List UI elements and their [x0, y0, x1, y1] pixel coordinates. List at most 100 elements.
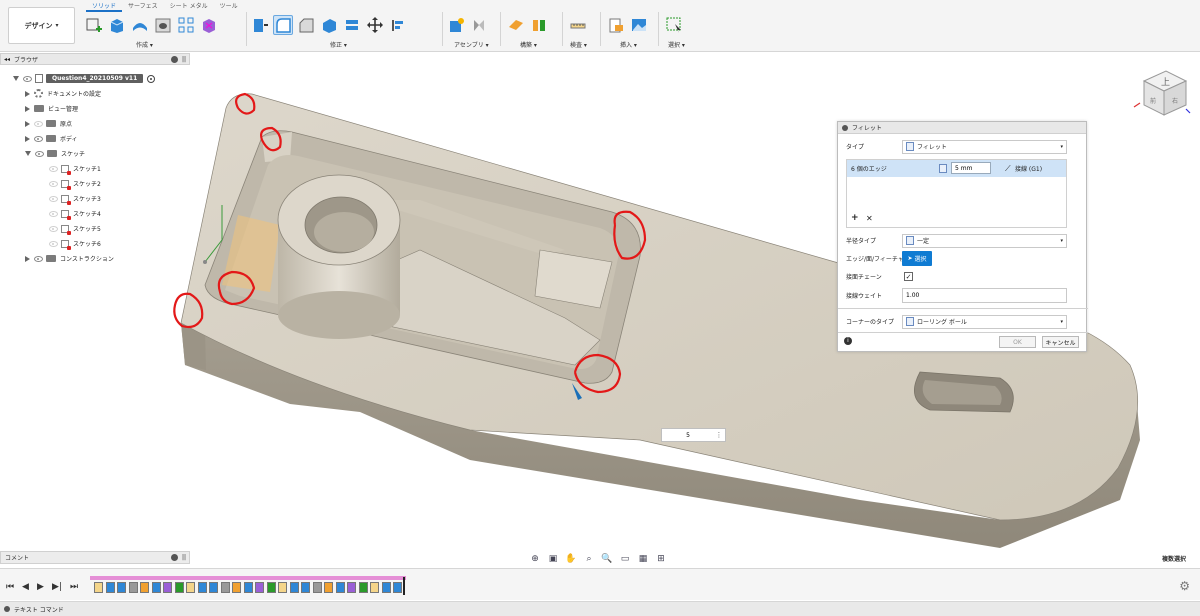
- insert-canvas-icon[interactable]: [629, 15, 649, 35]
- chamfer-icon[interactable]: [296, 15, 316, 35]
- extrude-icon[interactable]: [107, 15, 127, 35]
- browser-item-bodies[interactable]: ボディ: [25, 132, 78, 145]
- group-insert-label[interactable]: 挿入 ▾: [620, 40, 637, 49]
- pattern-icon[interactable]: [176, 15, 196, 35]
- tangent-weight-input[interactable]: [902, 288, 1067, 303]
- collapse-icon[interactable]: ◂◂: [4, 56, 10, 63]
- timeline-feature-icon[interactable]: [347, 582, 356, 593]
- visibility-icon[interactable]: [34, 135, 43, 142]
- timeline-feature-icon[interactable]: [358, 582, 368, 593]
- ok-button[interactable]: OK: [999, 336, 1036, 348]
- timeline-feature-icon[interactable]: [117, 582, 126, 593]
- browser-header[interactable]: ◂◂ ブラウザ ||: [0, 53, 190, 65]
- browser-sketch-item[interactable]: スケッチ3: [49, 192, 101, 205]
- timeline-feature-icon[interactable]: [243, 582, 253, 593]
- text-command-toggle-icon[interactable]: [4, 606, 10, 612]
- browser-sketch-item[interactable]: スケッチ6: [49, 237, 101, 250]
- edge-set-row[interactable]: 6 個のエッジ ⟋ 接線 (G1): [847, 160, 1066, 177]
- gear-icon[interactable]: ⚙: [1179, 579, 1190, 593]
- timeline-back-icon[interactable]: ◀: [22, 582, 29, 592]
- timeline-feature-icon[interactable]: [163, 582, 172, 593]
- timeline-feature-icon[interactable]: [94, 582, 103, 593]
- timeline-feature-icon[interactable]: [266, 582, 276, 593]
- continuity-label[interactable]: 接線 (G1): [1015, 164, 1042, 173]
- tab-tools[interactable]: ツール: [214, 2, 244, 12]
- timeline-feature-icon[interactable]: [140, 582, 149, 593]
- group-create-label[interactable]: 作成 ▾: [136, 40, 153, 49]
- timeline-feature-icon[interactable]: [197, 582, 207, 593]
- new-component-icon[interactable]: [446, 15, 466, 35]
- expand-icon[interactable]: [25, 151, 31, 156]
- combine-icon[interactable]: [342, 15, 362, 35]
- timeline-feature-icon[interactable]: [151, 582, 161, 593]
- visibility-icon[interactable]: [49, 180, 58, 187]
- browser-item-sketches[interactable]: スケッチ: [25, 147, 85, 160]
- workspace-switcher[interactable]: デザイン ▾: [8, 7, 75, 44]
- tangent-chain-checkbox[interactable]: ✓: [904, 272, 913, 281]
- expand-icon[interactable]: [25, 135, 30, 142]
- group-construct-label[interactable]: 構築 ▾: [520, 40, 537, 49]
- offset-plane-icon[interactable]: [506, 15, 526, 35]
- expand-icon[interactable]: [25, 120, 30, 127]
- timeline-feature-icon[interactable]: [335, 582, 345, 593]
- visibility-icon[interactable]: [49, 195, 58, 202]
- browser-options-icon[interactable]: [170, 55, 178, 63]
- selection-button[interactable]: ➤ 選択: [902, 251, 932, 266]
- expand-icon[interactable]: [25, 105, 30, 112]
- group-inspect-label[interactable]: 検査 ▾: [570, 40, 587, 49]
- browser-sketch-item[interactable]: スケッチ5: [49, 222, 101, 235]
- visibility-icon[interactable]: [49, 240, 58, 247]
- timeline-feature-icon[interactable]: [381, 582, 391, 593]
- timeline-feature-icon[interactable]: [370, 582, 379, 593]
- browser-item-construction[interactable]: コンストラクション: [25, 252, 114, 265]
- zoom-icon[interactable]: 🔍: [600, 553, 614, 566]
- timeline-feature-icon[interactable]: [186, 582, 195, 593]
- group-select-label[interactable]: 選択 ▾: [668, 40, 685, 49]
- browser-root[interactable]: Question4_20210509 v11: [13, 72, 156, 85]
- tab-sheet-metal[interactable]: シート メタル: [164, 2, 214, 12]
- timeline-forward-icon[interactable]: ▶|: [52, 582, 62, 592]
- expand-icon[interactable]: [25, 90, 30, 97]
- group-modify-label[interactable]: 修正 ▾: [330, 40, 347, 49]
- select-icon[interactable]: [664, 15, 684, 35]
- radius-manipulator-input[interactable]: ⋮: [661, 428, 726, 442]
- dialog-header[interactable]: フィレット: [838, 122, 1086, 134]
- dialog-collapse-icon[interactable]: [842, 124, 848, 131]
- look-at-icon[interactable]: ▣: [546, 553, 560, 566]
- radius-input[interactable]: [951, 162, 991, 174]
- timeline-feature-icon[interactable]: [278, 582, 287, 593]
- expand-icon[interactable]: [25, 255, 30, 262]
- more-options-icon[interactable]: ⋮: [714, 431, 724, 439]
- insert-derive-icon[interactable]: [606, 15, 626, 35]
- tab-solid[interactable]: ソリッド: [86, 2, 123, 12]
- move-icon[interactable]: [365, 15, 385, 35]
- browser-sketch-item[interactable]: スケッチ4: [49, 207, 101, 220]
- browser-item-origin[interactable]: 原点: [25, 117, 72, 130]
- add-icon[interactable]: +: [851, 213, 859, 223]
- timeline-feature-icon[interactable]: [312, 582, 322, 593]
- grid-icon[interactable]: ▦: [636, 553, 650, 566]
- visibility-icon[interactable]: [23, 75, 32, 82]
- pin-icon[interactable]: ||: [182, 554, 186, 561]
- text-command-bar[interactable]: テキスト コマンド: [0, 601, 1200, 616]
- revolve-icon[interactable]: [130, 15, 150, 35]
- timeline-start-icon[interactable]: ⏮: [6, 582, 14, 592]
- type-select[interactable]: フィレット ▾: [902, 139, 1067, 154]
- orbit-icon[interactable]: ⊕: [528, 553, 542, 566]
- timeline-play-icon[interactable]: ▶: [37, 582, 44, 592]
- timeline-feature-icon[interactable]: [220, 582, 230, 593]
- display-settings-icon[interactable]: ▭: [618, 553, 632, 566]
- browser-item-document-settings[interactable]: ドキュメントの設定: [25, 87, 101, 100]
- visibility-icon[interactable]: [34, 120, 43, 127]
- visibility-icon[interactable]: [49, 210, 58, 217]
- timeline-feature-icon[interactable]: [301, 582, 310, 593]
- timeline-feature-icon[interactable]: [209, 582, 218, 593]
- zoom-fit-icon[interactable]: ⌕: [582, 553, 596, 566]
- joint-icon[interactable]: [469, 15, 489, 35]
- timeline-feature-icon[interactable]: [324, 582, 333, 593]
- measure-icon[interactable]: [568, 15, 588, 35]
- timeline-feature-icon[interactable]: [105, 582, 115, 593]
- expand-icon[interactable]: [13, 76, 19, 81]
- create-sketch-icon[interactable]: [84, 15, 104, 35]
- tab-surface[interactable]: サーフェス: [122, 2, 164, 12]
